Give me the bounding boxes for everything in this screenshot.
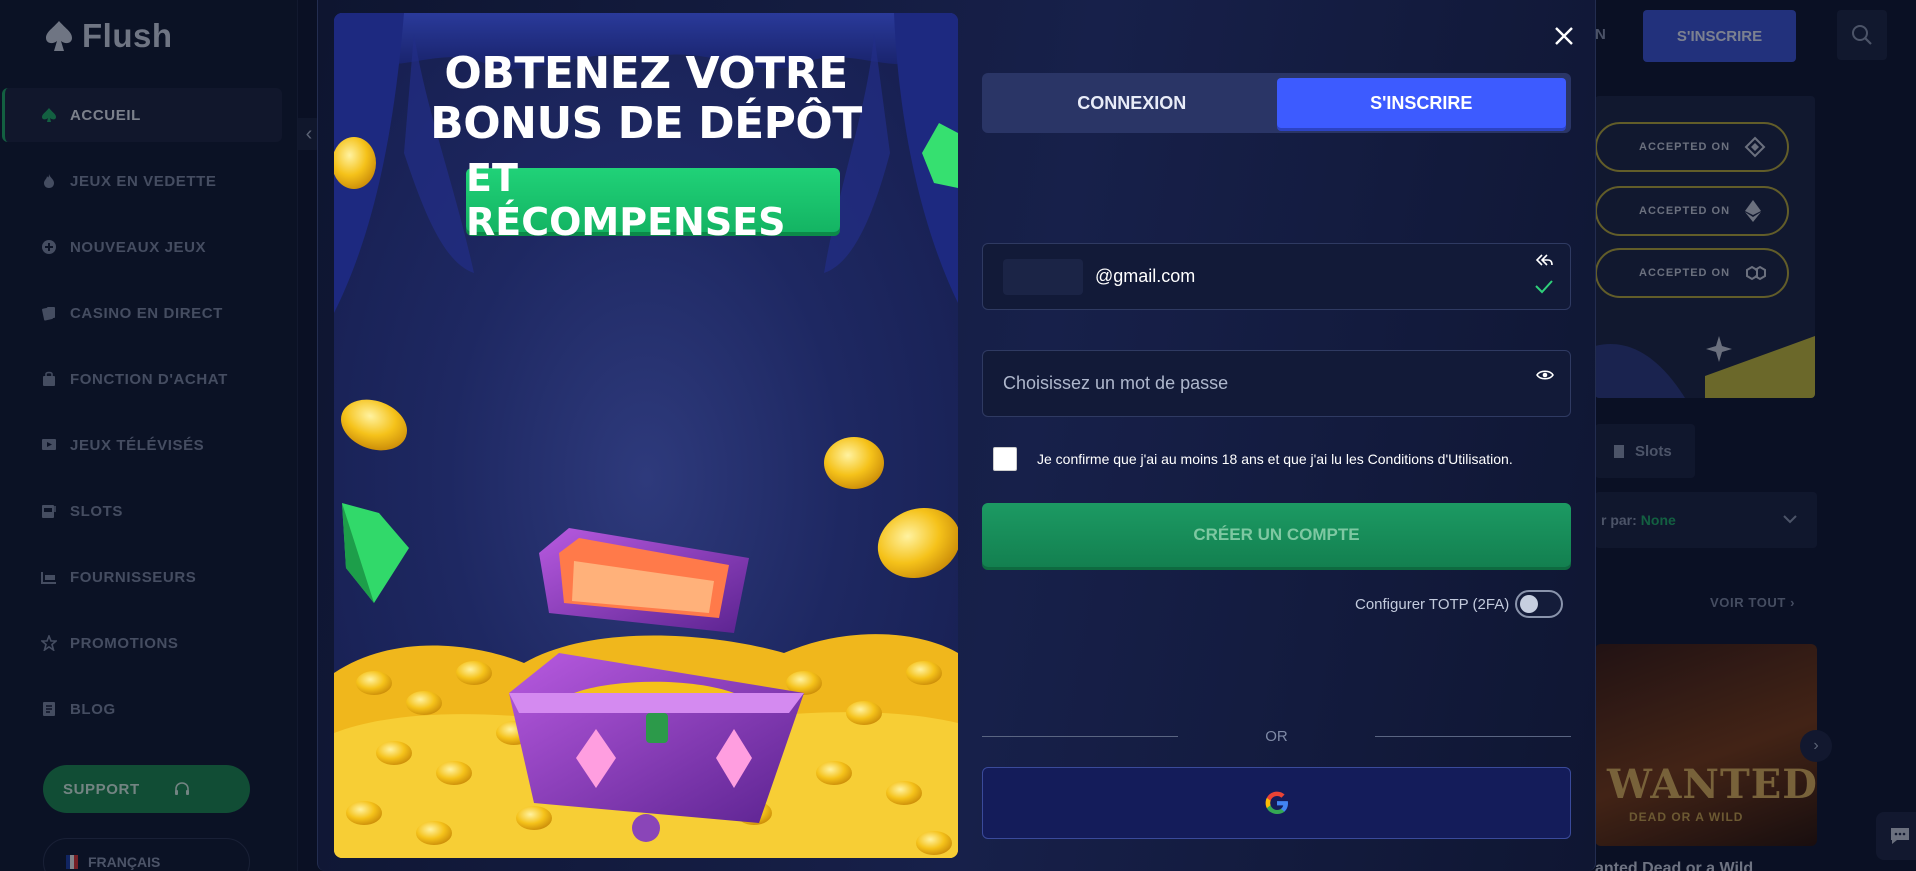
totp-label: Configurer TOTP (2FA) [1355, 595, 1510, 613]
checkmark-icon [1535, 280, 1553, 294]
banner-title-line: BONUS DE DÉPÔT [430, 98, 862, 149]
password-field[interactable] [1003, 373, 1423, 394]
email-field-icons [1534, 252, 1554, 294]
auth-tabs: CONNEXION S'INSCRIRE [982, 73, 1571, 133]
email-field[interactable] [1095, 266, 1515, 287]
google-signin-button[interactable] [982, 767, 1571, 839]
eye-icon[interactable] [1536, 368, 1554, 382]
close-icon [1555, 27, 1573, 45]
google-icon [1265, 791, 1288, 814]
terms-text: Je confirme que j'ai au moins 18 ans et … [1037, 451, 1513, 467]
signup-modal: OBTENEZ VOTRE BONUS DE DÉPÔT ET RÉCOMPEN… [317, 0, 1596, 871]
banner-title-line: OBTENEZ VOTRE [444, 48, 848, 99]
tab-inscrire[interactable]: S'INSCRIRE [1276, 78, 1566, 128]
promo-banner: OBTENEZ VOTRE BONUS DE DÉPÔT ET RÉCOMPEN… [334, 13, 958, 858]
password-field-wrapper [982, 350, 1571, 417]
close-modal-button[interactable] [1550, 22, 1578, 50]
create-account-button[interactable]: CRÉER UN COMPTE [982, 503, 1571, 567]
terms-checkbox[interactable] [993, 447, 1017, 471]
toggle-knob [1520, 595, 1539, 613]
password-field-icons [1536, 368, 1554, 382]
totp-row: Configurer TOTP (2FA) [1355, 590, 1564, 618]
or-divider: OR [982, 725, 1571, 749]
reply-all-icon[interactable] [1534, 252, 1554, 268]
redacted-email-prefix [1003, 258, 1083, 295]
divider-line [1375, 736, 1571, 737]
banner-badge: ET RÉCOMPENSES [466, 156, 840, 244]
tab-connexion[interactable]: CONNEXION [987, 78, 1277, 128]
terms-row: Je confirme que j'ai au moins 18 ans et … [993, 447, 1513, 471]
totp-toggle[interactable] [1515, 590, 1564, 618]
banner-title: OBTENEZ VOTRE BONUS DE DÉPÔT [334, 49, 958, 149]
email-field-wrapper [982, 243, 1571, 310]
